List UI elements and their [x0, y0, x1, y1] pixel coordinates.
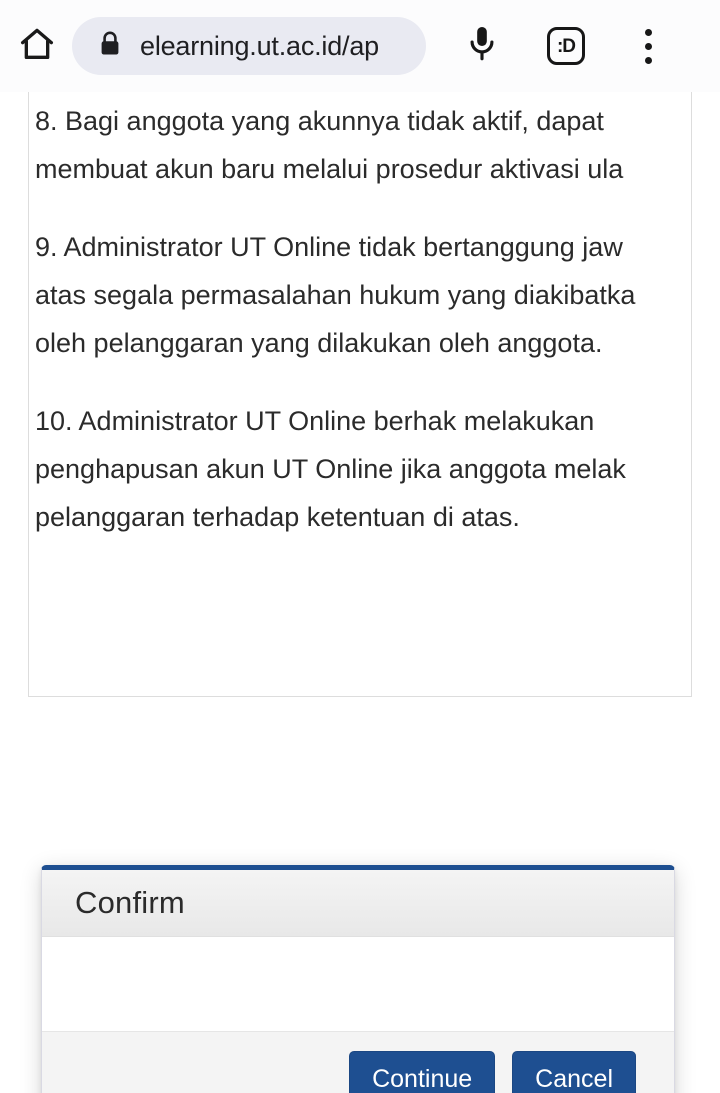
- terms-line: 8. Bagi anggota yang akunnya tidak aktif…: [35, 106, 604, 136]
- dialog-title: Confirm: [75, 885, 185, 920]
- url-bar[interactable]: elearning.ut.ac.id/ap: [72, 17, 426, 75]
- page-viewport: password” yang tersedia. Permintaan pass…: [0, 92, 720, 1093]
- confirm-dialog: Confirm Continue Cancel: [41, 865, 675, 1093]
- continue-button[interactable]: Continue: [349, 1051, 496, 1093]
- microphone-icon: [465, 24, 499, 69]
- terms-text-container: password” yang tersedia. Permintaan pass…: [29, 92, 691, 541]
- dialog-body: [42, 937, 674, 1032]
- microphone-button[interactable]: [454, 15, 510, 77]
- terms-line: 9. Administrator UT Online tidak bertang…: [35, 232, 623, 262]
- url-text: elearning.ut.ac.id/ap: [140, 30, 379, 61]
- terms-line: 10. Administrator UT Online berhak melak…: [35, 406, 595, 436]
- home-button[interactable]: [6, 15, 68, 77]
- dialog-header: Confirm: [42, 870, 674, 937]
- terms-line: pelanggaran terhadap ketentuan di atas.: [35, 502, 520, 532]
- terms-paragraph: 8. Bagi anggota yang akunnya tidak aktif…: [35, 97, 691, 193]
- terms-paragraph: 10. Administrator UT Online berhak melak…: [35, 397, 691, 541]
- cancel-button[interactable]: Cancel: [512, 1051, 636, 1093]
- terms-line: oleh pelanggaran yang dilakukan oleh ang…: [35, 328, 603, 358]
- terms-line: atas segala permasalahan hukum yang diak…: [35, 280, 636, 310]
- dialog-footer: Continue Cancel: [42, 1032, 674, 1093]
- terms-paragraph: 9. Administrator UT Online tidak bertang…: [35, 223, 691, 367]
- browser-toolbar: elearning.ut.ac.id/ap :D: [0, 0, 720, 92]
- emoji-face-icon: :D: [547, 27, 585, 65]
- terms-line: penghapusan akun UT Online jika anggota …: [35, 454, 626, 484]
- home-icon: [17, 24, 57, 69]
- terms-line: membuat akun baru melalui prosedur aktiv…: [35, 154, 624, 184]
- terms-content-box: password” yang tersedia. Permintaan pass…: [28, 92, 692, 697]
- emoji-face-button[interactable]: :D: [538, 15, 594, 77]
- overflow-menu-icon: [644, 28, 652, 64]
- lock-icon: [98, 30, 122, 63]
- overflow-menu-button[interactable]: [620, 15, 676, 77]
